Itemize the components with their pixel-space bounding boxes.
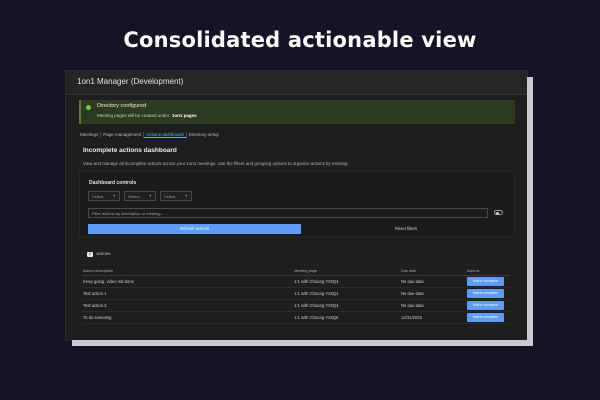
due-date: No due date — [400, 275, 466, 288]
action-description: Test action 1 — [82, 287, 293, 300]
mark-complete-button[interactable]: Mark complete — [467, 312, 504, 322]
actions-count-badge: 4 — [87, 252, 93, 257]
column-header-meeting-page: Meeting page — [293, 268, 400, 276]
tab-meetings[interactable]: Meetings — [78, 132, 102, 138]
dashboard-controls-panel: Dashboard controls Select... ▼ Select...… — [79, 171, 515, 237]
actions-table: Action description Meeting page Due date… — [82, 268, 510, 324]
filter-toggle[interactable] — [494, 210, 503, 215]
table-row: Test action 1 1:1 with Choong Y25Q4 No d… — [82, 287, 510, 300]
banner-subtitle-path: 1on1 pages — [171, 113, 197, 118]
banner-subtitle: Meeting pages will be created under: 1on… — [97, 113, 197, 118]
refresh-actions-button[interactable]: Refresh actions — [88, 224, 301, 234]
actions-count-label: actions — [96, 251, 111, 256]
directory-configured-banner: Directory configured Meeting pages will … — [79, 100, 515, 124]
page-headline: Consolidated actionable view — [123, 28, 477, 52]
meeting-page-link[interactable]: 1:1 with Choong Y25Q5 — [293, 311, 400, 324]
dashboard-controls-title: Dashboard controls — [89, 180, 137, 186]
page-description: View and manage all incomplete actions a… — [83, 161, 349, 166]
tab-bar: Meetings Page management Actions dashboa… — [78, 132, 221, 141]
meeting-page-link[interactable]: 1:1 with Choong Y25Q4 — [293, 299, 400, 312]
action-description: Test action 2 — [82, 299, 293, 312]
meeting-page-link[interactable]: 1:1 with Choong Y25Q4 — [293, 287, 400, 300]
action-description: To do someting — [82, 311, 293, 324]
filter-select-3[interactable]: Select... ▼ — [160, 191, 192, 201]
actions-count: 4 actions — [87, 251, 110, 257]
row-actions-cell: Mark complete — [466, 299, 510, 312]
filter-selects: Select... ▼ Select... ▼ Select... ▼ — [88, 191, 192, 201]
filter-actions-input[interactable] — [88, 208, 488, 218]
filter-select-1-value: Select... — [92, 194, 107, 199]
app-screenshot: 1on1 Manager (Development) Directory con… — [66, 71, 527, 340]
column-header-description: Action description — [82, 268, 293, 276]
row-actions-cell: Mark complete — [466, 287, 510, 300]
mark-complete-button[interactable]: Mark complete — [467, 300, 504, 310]
filter-select-3-value: Select... — [164, 194, 179, 199]
column-header-actions: Actions — [466, 268, 510, 276]
filter-select-2-value: Select... — [128, 194, 143, 199]
window-title: 1on1 Manager (Development) — [66, 71, 527, 95]
column-header-due-date: Due date — [400, 268, 466, 276]
mark-complete-button[interactable]: Mark complete — [467, 276, 504, 286]
tab-directory-setup[interactable]: Directory setup — [187, 132, 221, 138]
chevron-down-icon: ▼ — [112, 194, 116, 198]
due-date: No due date — [400, 287, 466, 300]
row-actions-cell: Mark complete — [466, 311, 510, 324]
chevron-down-icon: ▼ — [184, 194, 188, 198]
banner-title: Directory configured — [97, 103, 147, 109]
table-row: Keep going, video not done 1:1 with Choo… — [82, 275, 510, 288]
table-header-row: Action description Meeting page Due date… — [82, 268, 510, 276]
chevron-down-icon: ▼ — [148, 194, 152, 198]
row-actions-cell: Mark complete — [466, 275, 510, 288]
tab-actions-dashboard[interactable]: Actions dashboard — [144, 132, 187, 138]
mark-complete-button[interactable]: Mark complete — [467, 288, 504, 298]
table-row: To do someting 1:1 with Choong Y25Q5 12/… — [82, 311, 510, 324]
due-date: 12/31/2025 — [400, 311, 466, 324]
reset-filters-button[interactable]: Reset filters — [308, 224, 504, 234]
page-title: Incomplete actions dashboard — [83, 147, 177, 154]
meeting-page-link[interactable]: 1:1 with Choong Y25Q4 — [293, 275, 400, 288]
filter-select-2[interactable]: Select... ▼ — [124, 191, 156, 201]
status-dot-icon — [86, 105, 91, 110]
filter-select-1[interactable]: Select... ▼ — [88, 191, 120, 201]
banner-subtitle-prefix: Meeting pages will be created under: — [97, 113, 171, 118]
action-description: Keep going, video not done — [82, 275, 293, 288]
table-row: Test action 2 1:1 with Choong Y25Q4 No d… — [82, 299, 510, 312]
due-date: No due date — [400, 299, 466, 312]
tab-page-management[interactable]: Page management — [101, 132, 145, 138]
toggle-knob-icon — [496, 211, 499, 215]
